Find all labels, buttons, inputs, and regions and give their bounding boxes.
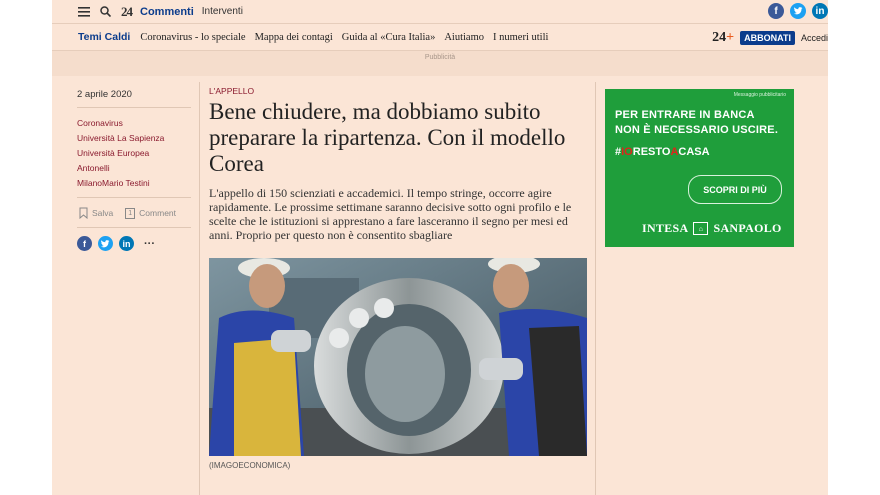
brand-mark-icon: ⌂ (693, 222, 709, 235)
nav-item-coronavirus[interactable]: Coronavirus - lo speciale (140, 32, 245, 43)
comment-button[interactable]: 1 Comment (125, 207, 177, 219)
comment-label: Comment (139, 208, 177, 218)
ad-headline-line2: NON È NECESSARIO USCIRE. (615, 124, 779, 136)
share-facebook-icon[interactable]: f (77, 236, 92, 251)
share-twitter-icon[interactable] (98, 236, 113, 251)
bank-logo: INTESA ⌂ SANPAOLO (642, 221, 782, 236)
article-photo[interactable] (209, 258, 587, 456)
brand-left: INTESA (642, 221, 689, 235)
photo-caption: (IMAGOECONOMICA) (209, 461, 291, 470)
article-headline: Bene chiudere, ma dobbiamo subito prepar… (209, 99, 566, 176)
hashtag-io: IO (621, 146, 633, 158)
save-label: Salva (92, 208, 114, 218)
subscribe-button[interactable]: ABBONATI (740, 31, 795, 45)
tag-link[interactable]: Università La Sapienza (77, 131, 191, 146)
more-share-button[interactable]: ··· (144, 238, 155, 250)
article-kicker[interactable]: L'APPELLO (209, 86, 589, 96)
24plus-logo[interactable]: 24+ (712, 30, 734, 46)
tag-link[interactable]: Coronavirus (77, 116, 191, 131)
comment-count: 1 (128, 209, 133, 217)
article: L'APPELLO Bene chiudere, ma dobbiamo sub… (209, 86, 589, 470)
nav-item-guide[interactable]: Guida al «Cura Italia» (342, 32, 436, 43)
linkedin-icon[interactable]: in (812, 3, 828, 19)
nav-item-help[interactable]: Aiutiamo (444, 32, 484, 43)
bookmark-icon (79, 207, 88, 219)
column-divider (199, 82, 200, 495)
column-divider (595, 82, 596, 495)
ad-cta-button[interactable]: SCOPRI DI PIÙ (688, 175, 782, 204)
header-social: f in (768, 3, 828, 19)
publish-date: 2 aprile 2020 (77, 89, 191, 108)
bank-advertisement[interactable]: Messaggio pubblicitario PER ENTRARE IN B… (605, 89, 794, 247)
nav-hot-topics[interactable]: Temi Caldi (78, 31, 130, 43)
ad-strip-label: Pubblicità (424, 54, 456, 61)
article-sidebar: 2 aprile 2020 Coronavirus Università La … (77, 89, 191, 251)
ad-hashtag: #IORESTOACASA (615, 146, 710, 158)
site-logo[interactable]: 24 (121, 4, 133, 20)
topics-nav: Temi Caldi Coronavirus - lo speciale Map… (52, 23, 828, 51)
article-actions: Salva 1 Comment (77, 198, 191, 228)
ad-headline-line1: PER ENTRARE IN BANCA (615, 109, 755, 121)
ad-disclaimer: Messaggio pubblicitario (733, 92, 786, 98)
hashtag-resto: RESTO (632, 146, 671, 158)
comment-icon: 1 (125, 207, 136, 219)
article-lead: L'appello di 150 scienziati e accademici… (209, 186, 572, 242)
24plus-plus: + (726, 30, 735, 45)
nav-item-numbers[interactable]: I numeri utili (493, 32, 548, 43)
share-bar: f in ··· (77, 228, 191, 251)
brand-right: SANPAOLO (713, 221, 782, 235)
tag-link[interactable]: Università Europea (77, 146, 191, 161)
ad-headline: PER ENTRARE IN BANCA NON È NECESSARIO US… (615, 108, 778, 138)
tag-list: Coronavirus Università La Sapienza Unive… (77, 108, 191, 198)
subsection-link[interactable]: Interventi (202, 6, 243, 17)
section-link[interactable]: Commenti (140, 6, 194, 18)
login-link[interactable]: Accedi (801, 33, 828, 43)
account-area: 24+ ABBONATI Accedi (712, 30, 828, 46)
ad-strip: Pubblicità (52, 51, 828, 76)
search-icon[interactable] (100, 6, 111, 17)
tag-link[interactable]: MilanoMario Testini (77, 176, 191, 191)
menu-icon[interactable] (78, 6, 90, 17)
24plus-number: 24 (712, 30, 727, 45)
page: 24 Commenti Interventi f in Temi Caldi C… (52, 0, 828, 495)
nav-item-map[interactable]: Mappa dei contagi (255, 32, 333, 43)
twitter-icon[interactable] (790, 3, 806, 19)
tag-link[interactable]: Antonelli (77, 161, 191, 176)
save-button[interactable]: Salva (79, 207, 113, 219)
share-linkedin-icon[interactable]: in (119, 236, 134, 251)
facebook-icon[interactable]: f (768, 3, 784, 19)
top-bar: 24 Commenti Interventi f in (52, 0, 828, 23)
hashtag-casa: CASA (678, 146, 710, 158)
